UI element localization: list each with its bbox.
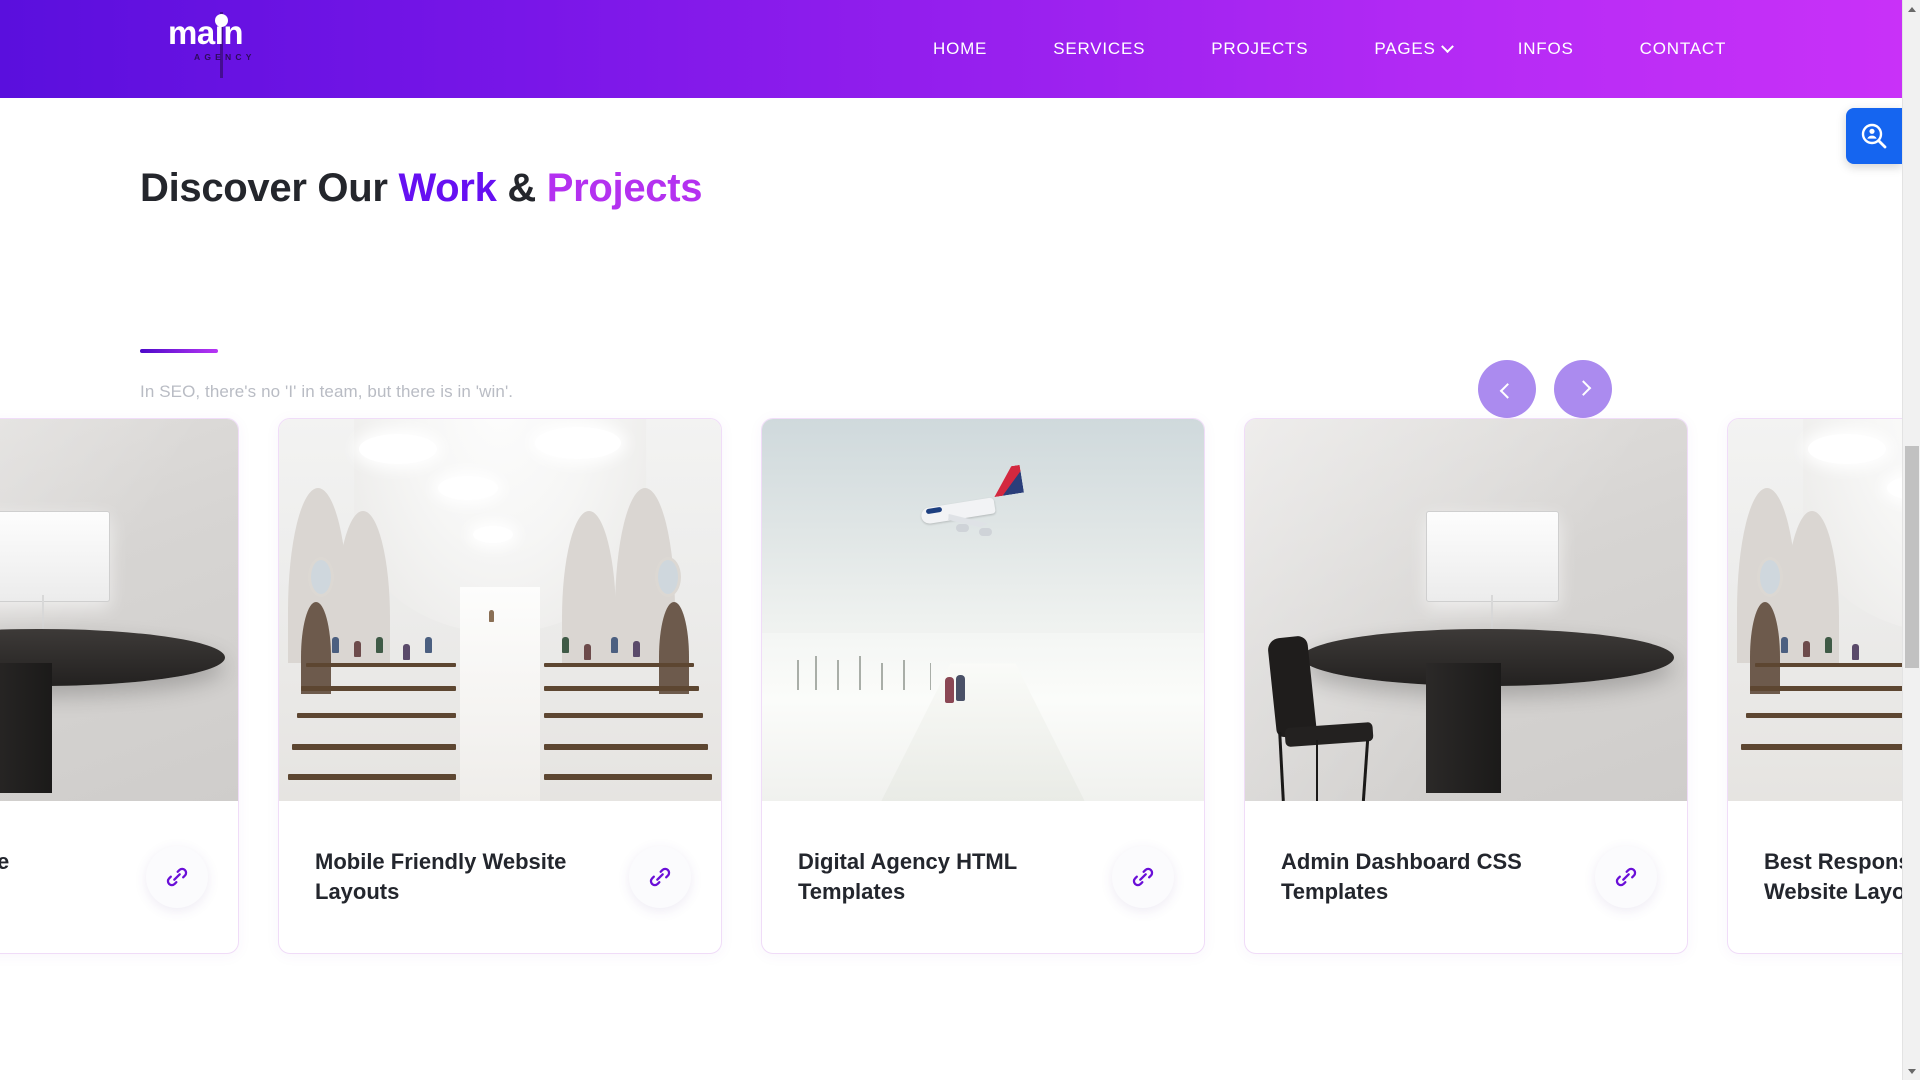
nav-item-home[interactable]: HOME — [900, 39, 1020, 59]
scroll-down-button[interactable] — [1903, 1062, 1920, 1080]
section-subtitle: In SEO, there's no 'I' in team, but ther… — [140, 382, 514, 401]
person-magnifier-icon — [1861, 123, 1887, 149]
logo-tagline: AGENCY — [194, 52, 256, 62]
card-body: Admin Dashboard CSS Templates — [1245, 801, 1687, 953]
browser-viewport: main AGENCY HOME SERVICES PROJECTS PAGES — [0, 0, 1920, 1080]
nav-item-services[interactable]: SERVICES — [1020, 39, 1178, 59]
scrollbar-thumb[interactable] — [1905, 446, 1919, 668]
brand-logo[interactable]: main AGENCY — [168, 12, 288, 78]
nav-label-home: HOME — [933, 39, 988, 58]
scroll-up-button[interactable] — [1903, 0, 1920, 18]
nav-label-services: SERVICES — [1053, 39, 1146, 58]
title-part-work: Work — [398, 166, 497, 210]
card-title: Digital Agency HTML Templates — [798, 848, 1017, 904]
carousel-controls — [1478, 360, 1612, 418]
nav-item-infos[interactable]: INFOS — [1485, 39, 1607, 59]
card-image-desk-chair-lamp — [1245, 419, 1687, 801]
carousel-next-button[interactable] — [1554, 360, 1612, 418]
card-title: Best Responsive Website Layouts — [1764, 848, 1902, 904]
title-underline-rule — [140, 349, 218, 353]
nav-label-projects: PROJECTS — [1211, 39, 1309, 58]
project-carousel-track[interactable]: Best Responsive Themes — [0, 418, 1902, 954]
logo-wordmark: main — [168, 14, 244, 51]
project-card[interactable]: Mobile Friendly Website Layouts — [278, 418, 722, 954]
triangle-down-icon — [1908, 1068, 1916, 1074]
project-card[interactable]: Best Responsive Themes — [0, 418, 239, 954]
title-part-1: Discover Our — [140, 166, 399, 210]
chain-link-icon — [649, 867, 671, 887]
site-header: main AGENCY HOME SERVICES PROJECTS PAGES — [0, 0, 1902, 98]
card-title: Mobile Friendly Website Layouts — [315, 848, 567, 904]
title-part-amp: & — [496, 166, 547, 210]
triangle-up-icon — [1908, 6, 1916, 12]
chain-link-icon — [166, 867, 188, 887]
accessibility-search-widget[interactable] — [1846, 108, 1902, 164]
chevron-left-icon — [1499, 382, 1515, 399]
carousel-prev-button[interactable] — [1478, 360, 1536, 418]
nav-label-contact: CONTACT — [1639, 39, 1727, 58]
card-image-desk-chair-lamp — [0, 419, 238, 801]
nav-item-contact[interactable]: CONTACT — [1607, 39, 1760, 59]
logo-dot-icon — [215, 14, 228, 27]
card-body: Digital Agency HTML Templates — [762, 801, 1204, 953]
browser-scrollbar[interactable] — [1902, 0, 1920, 1080]
card-link-button[interactable] — [1112, 846, 1174, 908]
nav-item-projects[interactable]: PROJECTS — [1178, 39, 1341, 59]
card-link-button[interactable] — [146, 846, 208, 908]
main-navigation: HOME SERVICES PROJECTS PAGES INFOS CONTA… — [900, 0, 1759, 98]
project-card[interactable]: Best Responsive Website Layouts — [1727, 418, 1902, 954]
title-part-projects: Projects — [546, 166, 703, 210]
card-image-cathedral-interior — [1728, 419, 1902, 801]
chevron-right-icon — [1575, 379, 1591, 396]
chain-link-icon — [1615, 867, 1637, 887]
section-header: Discover Our Work & Projects In SEO, the… — [0, 98, 1902, 418]
card-title: Admin Dashboard CSS Templates — [1281, 848, 1522, 904]
card-image-airplane-over-snow — [762, 419, 1204, 801]
project-card[interactable]: Digital Agency HTML Templates — [761, 418, 1205, 954]
page-content: main AGENCY HOME SERVICES PROJECTS PAGES — [0, 0, 1902, 1080]
chevron-down-icon — [1440, 39, 1454, 53]
card-body: Mobile Friendly Website Layouts — [279, 801, 721, 953]
card-link-button[interactable] — [629, 846, 691, 908]
page-title: Discover Our Work & Projects — [140, 166, 702, 211]
nav-label-pages: PAGES — [1374, 39, 1436, 58]
nav-item-pages[interactable]: PAGES — [1341, 39, 1484, 59]
nav-label-infos: INFOS — [1517, 39, 1574, 58]
card-image-cathedral-interior — [279, 419, 721, 801]
project-card[interactable]: Admin Dashboard CSS Templates — [1244, 418, 1688, 954]
card-title: Best Responsive Themes — [0, 847, 97, 908]
chain-link-icon — [1132, 867, 1154, 887]
card-body: Best Responsive Themes — [0, 801, 238, 953]
card-body: Best Responsive Website Layouts — [1728, 801, 1902, 953]
card-link-button[interactable] — [1595, 846, 1657, 908]
